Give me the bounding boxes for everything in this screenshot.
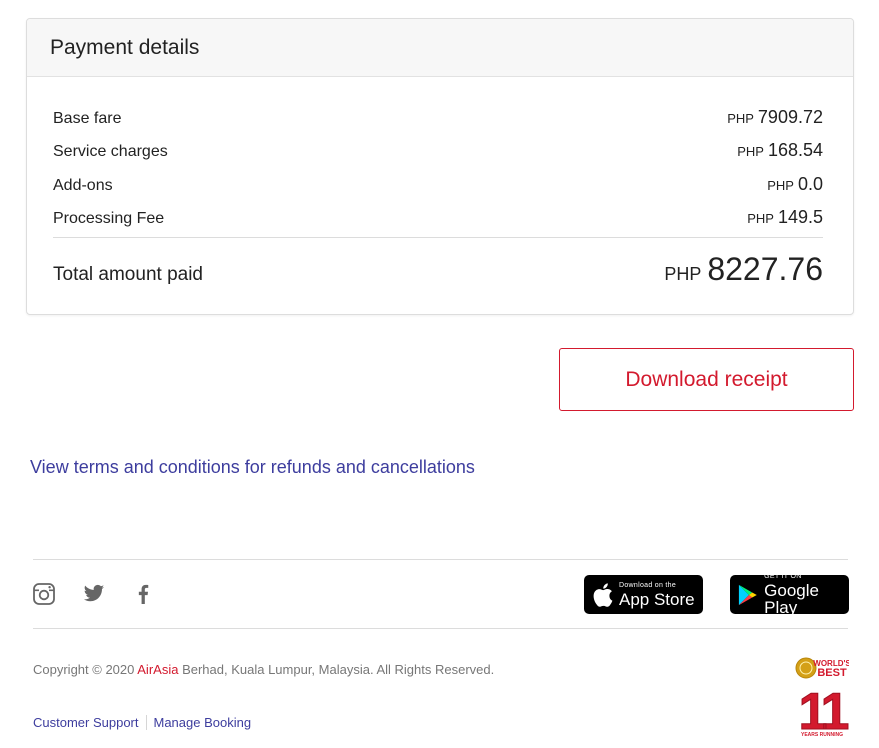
copyright-prefix: Copyright © 2020 [33,662,138,677]
footer-divider-top [33,559,848,560]
app-store-badge[interactable]: Download on the App Store [584,575,703,614]
amount-value: 7909.72 [757,107,823,127]
footer-links: Customer Support Manage Booking [33,715,251,730]
badge-big-text: App Store [619,589,695,609]
manage-booking-link[interactable]: Manage Booking [154,715,252,730]
total-row: Total amount paid PHP 8227.76 [53,251,823,288]
fare-row-addons: Add-ons PHP 0.0 [53,174,823,195]
facebook-icon[interactable] [130,581,156,607]
fare-label: Add-ons [53,177,113,194]
amount-value: 168.54 [767,140,823,160]
svg-text:BEST: BEST [817,667,847,679]
customer-support-link[interactable]: Customer Support [33,715,139,730]
badge-big-text: Google Play [764,581,819,617]
fare-row-processing: Processing Fee PHP 149.5 [53,207,823,228]
payment-details-card: Payment details Base fare PHP 7909.72 Ser… [26,18,854,315]
total-divider [53,237,823,238]
fare-amount: PHP 7909.72 [727,107,823,128]
twitter-icon[interactable] [81,581,107,607]
total-amount: PHP 8227.76 [664,251,823,288]
copyright-suffix: Berhad, Kuala Lumpur, Malaysia. All Righ… [178,662,495,677]
google-play-badge[interactable]: GET IT ON Google Play [730,573,849,617]
currency-code: PHP [727,111,754,126]
google-play-icon [738,584,757,605]
fare-amount: PHP 0.0 [767,174,823,195]
total-label: Total amount paid [53,264,203,285]
instagram-icon[interactable] [31,581,57,607]
currency-code: PHP [737,144,764,159]
svg-text:11: 11 [799,683,849,737]
fare-amount: PHP 149.5 [747,207,823,228]
link-separator [145,715,147,730]
fare-row-service: Service charges PHP 168.54 [53,140,823,161]
svg-text:YEARS RUNNING: YEARS RUNNING [801,732,843,737]
download-receipt-button[interactable]: Download receipt [559,348,854,411]
worlds-best-award-badge: WORLD'S BEST 11 YEARS RUNNING [795,657,853,742]
terms-conditions-link[interactable]: View terms and conditions for refunds an… [30,457,475,478]
currency-code: PHP [767,178,794,193]
fare-row-base: Base fare PHP 7909.72 [53,107,823,128]
currency-code: PHP [664,264,702,284]
apple-icon [593,582,613,607]
currency-code: PHP [747,211,774,226]
fare-label: Base fare [53,110,122,127]
brand-name: AirAsia [137,662,179,677]
amount-value: 8227.76 [707,251,823,287]
badge-small-text: GET IT ON [764,573,802,580]
copyright-text: Copyright © 2020 AirAsia Berhad, Kuala L… [33,662,494,677]
fare-amount: PHP 168.54 [737,140,823,161]
footer-divider-bottom [33,628,848,629]
amount-value: 149.5 [777,207,823,227]
card-header: Payment details [27,19,853,77]
fare-label: Processing Fee [53,210,165,227]
fare-label: Service charges [53,143,168,160]
badge-small-text: Download on the [619,581,677,589]
amount-value: 0.0 [797,174,823,194]
card-title: Payment details [50,35,200,59]
